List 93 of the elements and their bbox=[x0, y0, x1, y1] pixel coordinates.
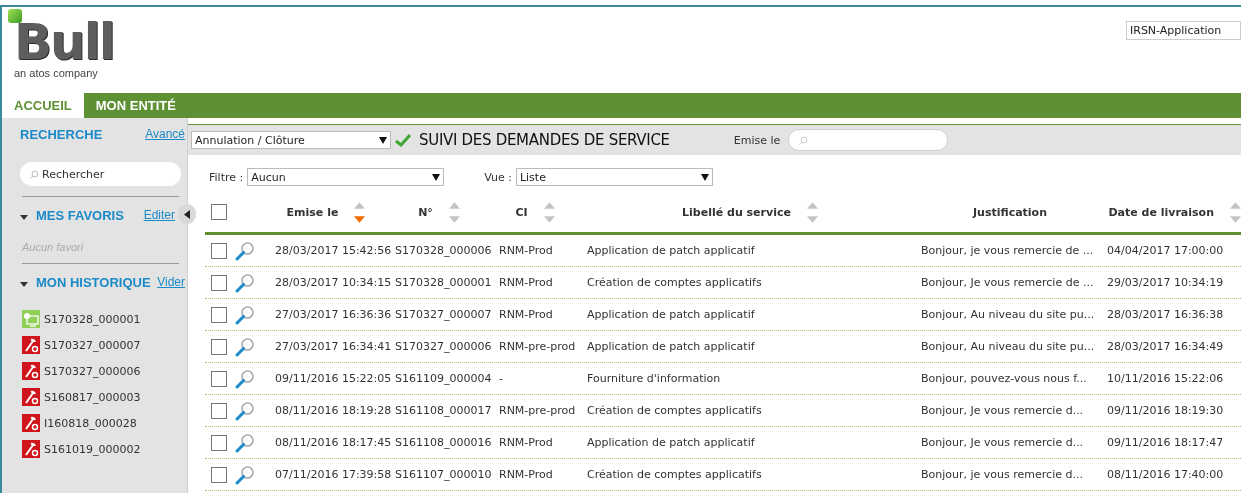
table-cell-text: 08/11/2016 17:40:00 bbox=[1106, 468, 1225, 481]
search-field[interactable]: Rechercher bbox=[20, 162, 181, 186]
wrench-gear-icon bbox=[22, 414, 40, 432]
monitor-icon bbox=[22, 310, 40, 328]
search-icon[interactable] bbox=[235, 304, 255, 325]
table-cell-text: Bonjour, Je vous remercie de ... bbox=[921, 276, 1095, 289]
table-cell-text: RNM-Prod bbox=[498, 436, 554, 449]
table-cell-text: RNM-Prod bbox=[498, 276, 554, 289]
filter-select[interactable]: Aucun bbox=[247, 168, 445, 186]
table-cell-text: RNM-pre-prod bbox=[498, 404, 577, 417]
column-header[interactable]: Date de livraison bbox=[1108, 205, 1214, 219]
row-checkbox[interactable] bbox=[211, 434, 227, 451]
table-cell-text: RNM-Prod bbox=[498, 468, 554, 481]
table-cell-text: - bbox=[498, 372, 504, 385]
table-cell-text: Application de patch applicatif bbox=[586, 340, 756, 353]
section-title: MES FAVORIS bbox=[36, 207, 124, 223]
dropdown-caret-icon bbox=[379, 136, 387, 144]
date-field[interactable] bbox=[788, 129, 949, 151]
logo: Bull an atos company bbox=[8, 9, 114, 79]
collapse-caret-icon[interactable] bbox=[20, 214, 28, 220]
dropdown-caret-icon bbox=[700, 173, 709, 181]
table-cell-text: 10/11/2016 15:22:06 bbox=[1106, 372, 1225, 385]
table-cell-text: 28/03/2017 16:36:38 bbox=[1106, 308, 1225, 321]
wrench-gear-icon bbox=[22, 388, 40, 406]
search-icon[interactable] bbox=[235, 432, 255, 453]
table-cell-text: Création de comptes applicatifs bbox=[586, 404, 763, 417]
table-cell-text: Création de comptes applicatifs bbox=[586, 468, 763, 481]
page-title: SUIVI DES DEMANDES DE SERVICE bbox=[419, 131, 670, 149]
table-cell-text: Bonjour, Au niveau du site pu... bbox=[921, 340, 1096, 353]
table-cell-text: Bonjour, je vous remercie d... bbox=[921, 468, 1084, 481]
history-item[interactable]: I160818_000028 bbox=[44, 416, 137, 430]
nav-tab[interactable]: MON ENTITÉ bbox=[83, 93, 188, 118]
history-item[interactable]: S170328_000001 bbox=[44, 312, 141, 326]
table-cell-text: Bonjour, je vous remercie de ... bbox=[921, 244, 1095, 257]
table-cell-text: 09/11/2016 18:19:30 bbox=[1106, 404, 1225, 417]
wrench-gear-icon bbox=[22, 336, 40, 354]
search-icon[interactable] bbox=[235, 464, 255, 485]
table-cell-text: Fourniture d'information bbox=[586, 372, 722, 385]
view-label: Vue : bbox=[484, 170, 512, 184]
search-icon[interactable] bbox=[235, 400, 255, 421]
table-cell-text: 04/04/2017 17:00:00 bbox=[1106, 244, 1225, 257]
search-icon[interactable] bbox=[235, 336, 255, 357]
history-item[interactable]: S170327_000007 bbox=[44, 338, 141, 352]
row-checkbox[interactable] bbox=[211, 242, 227, 259]
table-cell-text: Application de patch applicatif bbox=[586, 244, 756, 257]
table-cell-text: Bonjour, Au niveau du site pu... bbox=[921, 308, 1096, 321]
section-title: RECHERCHE bbox=[20, 126, 103, 142]
row-checkbox[interactable] bbox=[211, 274, 227, 291]
nav-tab[interactable]: ACCUEIL bbox=[2, 93, 84, 118]
column-header[interactable]: Justification bbox=[973, 205, 1047, 219]
column-header[interactable]: CI bbox=[515, 205, 528, 219]
table-cell-text: RNM-Prod bbox=[498, 308, 554, 321]
row-checkbox[interactable] bbox=[211, 306, 227, 323]
status-select[interactable]: Annulation / Clôture bbox=[191, 131, 391, 149]
table-cell-text: Bonjour, Je vous remercie d... bbox=[921, 436, 1085, 449]
wrench-gear-icon bbox=[22, 440, 40, 458]
search-icon bbox=[30, 169, 39, 179]
table-cell-text: 28/03/2017 16:34:49 bbox=[1106, 340, 1225, 353]
check-icon[interactable] bbox=[395, 133, 411, 147]
history-item[interactable]: S161019_000002 bbox=[44, 442, 141, 456]
history-item[interactable]: S170327_000006 bbox=[44, 364, 141, 378]
search-icon bbox=[799, 135, 809, 145]
select-all-checkbox[interactable] bbox=[211, 204, 227, 220]
collapse-handle[interactable] bbox=[178, 204, 196, 224]
wrench-gear-icon bbox=[22, 362, 40, 380]
account-select[interactable]: IRSN-Application bbox=[1126, 21, 1241, 40]
row-checkbox[interactable] bbox=[211, 402, 227, 419]
filter-label: Filtre : bbox=[209, 170, 244, 184]
table-cell-text: 29/03/2017 10:34:19 bbox=[1106, 276, 1225, 289]
column-header[interactable]: Libellé du service bbox=[682, 205, 791, 219]
search-icon[interactable] bbox=[235, 368, 255, 389]
row-checkbox[interactable] bbox=[211, 466, 227, 483]
table-cell-text: RNM-pre-prod bbox=[498, 340, 577, 353]
section-title: MON HISTORIQUE bbox=[36, 274, 151, 290]
table-cell-text: Application de patch applicatif bbox=[586, 436, 756, 449]
column-header[interactable]: Emise le bbox=[286, 205, 339, 219]
table-cell-text: Création de comptes applicatifs bbox=[586, 276, 763, 289]
sort-active-icon[interactable] bbox=[354, 215, 366, 223]
date-label: Emise le bbox=[733, 133, 781, 147]
table-cell-text: RNM-Prod bbox=[498, 244, 554, 257]
dropdown-caret-icon bbox=[432, 173, 441, 181]
table-cell-text: 09/11/2016 18:17:47 bbox=[1106, 436, 1225, 449]
table-cell-text: Bonjour, Je vous remercie d... bbox=[921, 404, 1085, 417]
search-icon[interactable] bbox=[235, 240, 255, 261]
search-icon[interactable] bbox=[235, 272, 255, 293]
row-checkbox[interactable] bbox=[211, 370, 227, 387]
row-checkbox[interactable] bbox=[211, 338, 227, 355]
table-cell-text: Application de patch applicatif bbox=[586, 308, 756, 321]
table-cell-text: Bonjour, pouvez-vous nous f... bbox=[921, 372, 1088, 385]
collapse-caret-icon[interactable] bbox=[20, 281, 28, 287]
history-item[interactable]: S160817_000003 bbox=[44, 390, 141, 404]
column-header[interactable]: N° bbox=[418, 205, 433, 219]
view-select[interactable]: Liste bbox=[515, 168, 713, 186]
